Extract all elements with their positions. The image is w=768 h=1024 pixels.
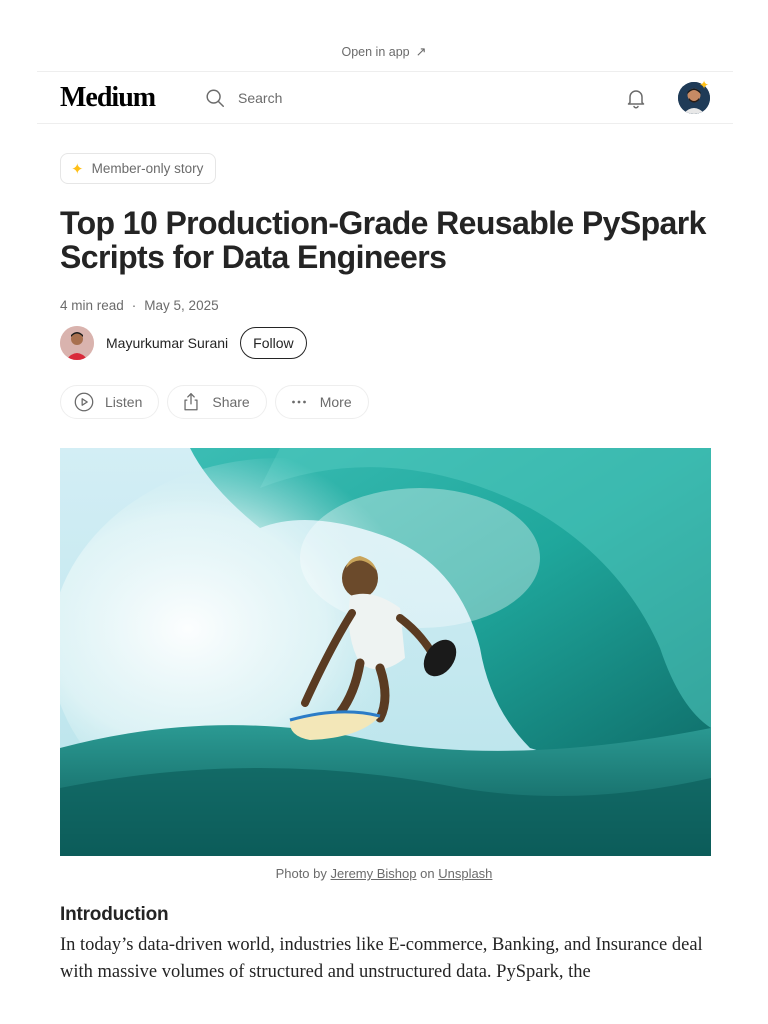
author-avatar[interactable] xyxy=(60,326,94,360)
member-only-label: Member-only story xyxy=(91,161,204,176)
image-caption: Photo by Jeremy Bishop on Unsplash xyxy=(0,866,768,881)
caption-on: on xyxy=(420,866,435,881)
author-row: Mayurkumar Surani Follow xyxy=(60,326,307,360)
share-icon xyxy=(184,393,198,411)
more-label: More xyxy=(319,394,352,410)
arrow-up-right-icon: ↗ xyxy=(415,44,427,59)
search-input[interactable] xyxy=(238,87,438,109)
article-actions: Listen Share More xyxy=(60,385,369,419)
member-star-icon: ✦ xyxy=(699,78,710,92)
read-time: 4 min read xyxy=(60,298,124,313)
share-label: Share xyxy=(212,394,250,410)
article-meta: 4 min read · May 5, 2025 xyxy=(60,298,219,313)
bell-icon[interactable] xyxy=(624,86,648,110)
follow-button[interactable]: Follow xyxy=(240,327,307,359)
listen-button[interactable]: Listen xyxy=(60,385,160,419)
meta-separator: · xyxy=(131,298,137,313)
article-hero-image xyxy=(60,448,711,856)
photographer-link[interactable]: Jeremy Bishop xyxy=(331,866,417,881)
article-title: Top 10 Production-Grade Reusable PySpark… xyxy=(60,205,706,275)
listen-label: Listen xyxy=(105,394,143,410)
section-heading: Introduction xyxy=(60,904,169,925)
unsplash-link[interactable]: Unsplash xyxy=(438,866,492,881)
divider xyxy=(37,123,733,124)
publish-date: May 5, 2025 xyxy=(144,298,219,313)
open-in-app-link[interactable]: Open in app ↗ xyxy=(0,44,768,60)
caption-prefix: Photo by xyxy=(275,866,327,881)
search-icon[interactable] xyxy=(204,87,226,109)
member-only-badge: ✦ Member-only story xyxy=(60,153,217,184)
share-button[interactable]: Share xyxy=(167,385,267,419)
more-dots-icon xyxy=(291,400,306,404)
open-in-app-label: Open in app xyxy=(341,45,410,59)
sparkle-star-icon: ✦ xyxy=(71,160,84,178)
more-button[interactable]: More xyxy=(274,385,369,419)
medium-logo[interactable]: Medium xyxy=(60,82,156,114)
play-circle-icon xyxy=(74,392,94,412)
author-name[interactable]: Mayurkumar Surani xyxy=(106,335,228,351)
article-paragraph: In today’s data-driven world, industries… xyxy=(60,935,703,982)
top-navbar: Medium ✦ xyxy=(0,72,768,124)
